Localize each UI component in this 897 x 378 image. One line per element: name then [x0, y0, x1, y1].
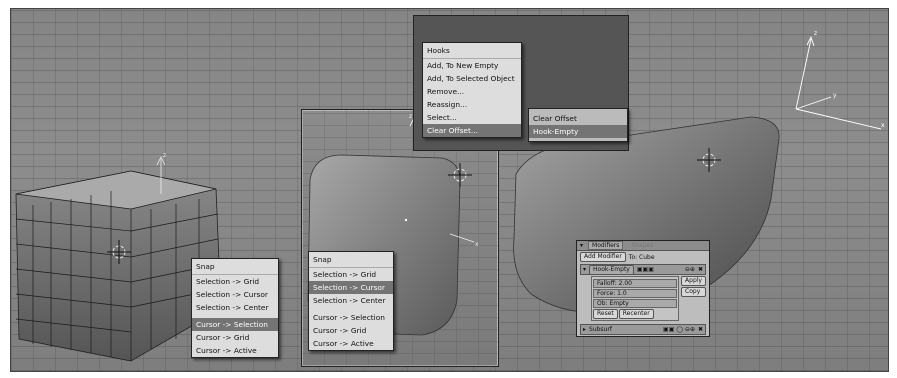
subsurf-modifier-header[interactable]: ▸ Subsurf ▣▣ ◯ ⊖⊕ ✖ — [580, 324, 706, 335]
hooks-menu: Hooks Add, To New Empty Add, To Selected… — [422, 42, 522, 138]
move-arrows-icon[interactable]: ⊖⊕ — [685, 266, 695, 273]
menu-item-selection-center[interactable]: Selection -> Center — [309, 294, 393, 307]
tab-modifiers[interactable]: Modifiers — [588, 241, 624, 250]
tab-shapes[interactable]: Shapes — [628, 242, 656, 249]
apply-button[interactable]: Apply — [681, 276, 706, 286]
menu-item-cursor-grid[interactable]: Cursor -> Grid — [192, 331, 278, 344]
menu-item-selection-center[interactable]: Selection -> Center — [192, 301, 278, 314]
add-modifier-button[interactable]: Add Modifier — [580, 252, 626, 262]
force-slider[interactable]: Force: 1.0 — [593, 289, 678, 298]
menu-item-cursor-selection[interactable]: Cursor -> Selection — [309, 311, 393, 324]
menu-item-add-selected-object[interactable]: Add, To Selected Object — [423, 72, 521, 85]
empty-x-label: x — [881, 122, 885, 129]
to-object-label: To: Cube — [628, 253, 655, 261]
center-z-label: z — [409, 113, 412, 120]
delete-icon[interactable]: ✖ — [698, 326, 703, 333]
panel-header: ▾ Modifiers Shapes — [577, 241, 709, 251]
ob-field[interactable]: Ob: Empty — [593, 299, 678, 308]
falloff-field[interactable]: Falloff: 2.00 — [593, 279, 678, 288]
delete-icon[interactable]: ✖ — [698, 266, 703, 273]
clear-offset-menu: Clear Offset Hook-Empty — [528, 108, 628, 142]
empty-axes — [795, 35, 882, 130]
menu-item-add-new-empty[interactable]: Add, To New Empty — [423, 59, 521, 72]
menu-item-selection-grid[interactable]: Selection -> Grid — [192, 275, 278, 288]
empty-y-label: y — [833, 92, 837, 99]
hooks-menu-title: Hooks — [423, 43, 521, 59]
left-axis-z-label: z — [163, 152, 166, 159]
menu-item-reassign[interactable]: Reassign... — [423, 98, 521, 111]
stage: z z y x z x Hooks Add, To New Empty Add,… — [0, 0, 897, 378]
snap-menu-left: Snap Selection -> Grid Selection -> Curs… — [191, 258, 279, 358]
hook-modifier-header[interactable]: ▾ Hook-Empty ▣▣▣ ⊖⊕ ✖ — [580, 264, 706, 275]
copy-button[interactable]: Copy — [681, 287, 706, 297]
snap-menu-title: Snap — [309, 252, 393, 268]
snap-menu-center: Snap Selection -> Grid Selection -> Curs… — [308, 251, 394, 351]
menu-item-select[interactable]: Select... — [423, 111, 521, 124]
toggle-icons[interactable]: ▣▣▣ — [637, 266, 654, 273]
collapsed-triangle-icon[interactable]: ▸ — [583, 326, 586, 333]
menu-item-hook-empty[interactable]: Hook-Empty — [529, 125, 627, 138]
menu-item-selection-cursor[interactable]: Selection -> Cursor — [309, 281, 393, 294]
collapse-triangle-icon[interactable]: ▾ — [580, 242, 583, 249]
reset-button[interactable]: Reset — [593, 309, 618, 319]
recenter-button[interactable]: Recenter — [618, 309, 654, 319]
empty-z-label: z — [814, 30, 817, 37]
menu-item-clear-offset[interactable]: Clear Offset... — [423, 124, 521, 137]
menu-item-remove[interactable]: Remove... — [423, 85, 521, 98]
expand-triangle-icon[interactable]: ▾ — [583, 266, 586, 273]
3d-cursor-left — [107, 240, 131, 264]
menu-item-clear-offset-title[interactable]: Clear Offset — [529, 112, 627, 125]
center-x-label: x — [475, 241, 479, 248]
subsurf-label: Subsurf — [589, 326, 612, 333]
hook-name-field[interactable]: Hook-Empty — [589, 264, 634, 275]
menu-item-cursor-active[interactable]: Cursor -> Active — [192, 344, 278, 357]
menu-item-selection-grid[interactable]: Selection -> Grid — [309, 268, 393, 281]
toggle-icons[interactable]: ▣▣ ◯ ⊖⊕ — [663, 326, 695, 333]
menu-item-cursor-grid[interactable]: Cursor -> Grid — [309, 324, 393, 337]
hook-settings-box: Falloff: 2.00 Force: 1.0 Ob: Empty Reset… — [591, 276, 680, 321]
modifiers-panel: ▾ Modifiers Shapes Add Modifier To: Cube… — [576, 240, 710, 337]
snap-menu-title: Snap — [192, 259, 278, 275]
menu-item-selection-cursor[interactable]: Selection -> Cursor — [192, 288, 278, 301]
menu-item-cursor-selection[interactable]: Cursor -> Selection — [192, 318, 278, 331]
menu-item-cursor-active[interactable]: Cursor -> Active — [309, 337, 393, 350]
3d-cursor-right — [697, 148, 721, 172]
